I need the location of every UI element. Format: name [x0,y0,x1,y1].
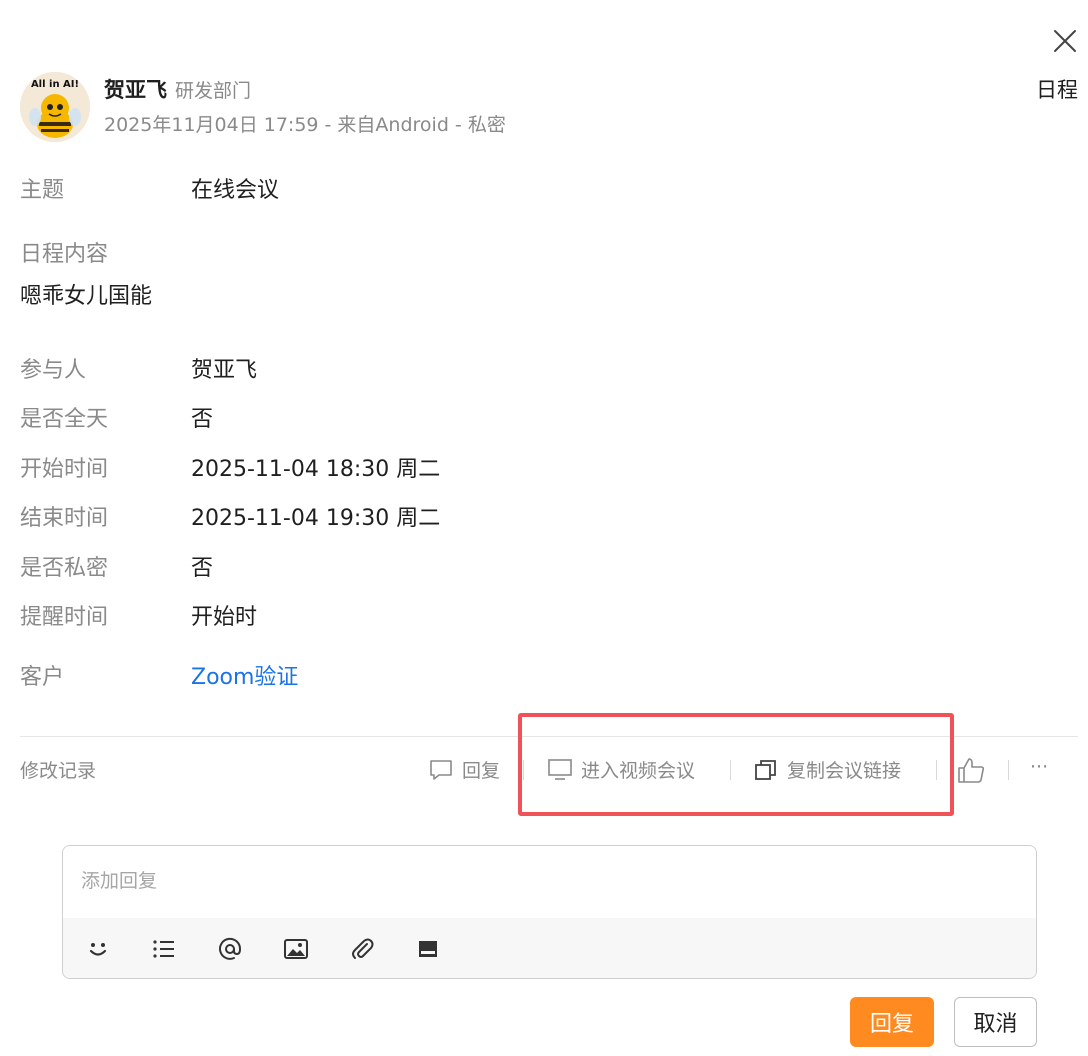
customer-row: 客户 Zoom验证 [20,659,298,691]
thumbs-up-icon [958,758,985,783]
highlight-annotation [518,713,954,816]
bee-mascot-icon: All in AI! [20,72,90,142]
customer-link[interactable]: Zoom验证 [191,659,298,691]
more-icon: ··· [1030,756,1049,778]
action-separator [1008,760,1009,780]
submit-reply-button[interactable]: 回复 [850,997,934,1047]
cancel-button[interactable]: 取消 [954,997,1037,1047]
paperclip-icon [352,938,374,959]
subject-row: 主题 在线会议 [20,172,279,204]
emoji-button[interactable] [83,934,113,964]
like-button[interactable] [956,756,986,784]
avatar-text: All in AI! [31,79,79,90]
detail-value: 2025-11-04 18:30 周二 [191,457,441,482]
author-row: 贺亚飞 研发部门 [104,74,251,104]
comment-icon [430,759,452,780]
attachment-button[interactable] [347,934,377,964]
detail-row-start-time: 开始时间 2025-11-04 18:30 周二 [20,451,440,483]
history-link[interactable]: 修改记录 [20,756,96,783]
detail-value: 否 [191,556,214,581]
detail-label: 开始时间 [20,457,109,482]
detail-label: 提醒时间 [20,605,109,630]
image-icon [284,939,308,959]
mention-button[interactable] [215,934,245,964]
subject-label: 主题 [20,178,65,203]
close-button[interactable] [1050,26,1080,56]
emoji-icon [89,943,107,956]
detail-row-end-time: 结束时间 2025-11-04 19:30 周二 [20,500,440,532]
reply-box [62,845,1037,979]
type-label: 日程 [1036,78,1078,102]
avatar[interactable]: All in AI! [20,72,90,142]
detail-label: 参与人 [20,358,87,383]
close-icon [1054,30,1076,52]
content-label: 日程内容 [20,242,109,267]
detail-row-participants: 参与人 贺亚飞 [20,352,257,384]
more-button[interactable]: ··· [1030,756,1048,778]
detail-label: 结束时间 [20,506,109,531]
hard-drive-icon [419,941,437,957]
author-name[interactable]: 贺亚飞 [104,74,167,104]
detail-value: 贺亚飞 [191,358,258,383]
detail-value: 否 [191,407,214,432]
detail-label: 是否全天 [20,407,109,432]
reply-action[interactable]: 回复 [428,756,500,783]
image-button[interactable] [281,934,311,964]
list-button[interactable] [149,934,179,964]
list-icon [153,940,174,958]
detail-row-reminder: 提醒时间 开始时 [20,599,257,631]
detail-label: 是否私密 [20,556,109,581]
detail-value: 2025-11-04 19:30 周二 [191,506,441,531]
detail-row-private: 是否私密 否 [20,550,213,582]
detail-value: 开始时 [191,605,258,630]
reply-action-label: 回复 [462,760,501,782]
subject-value: 在线会议 [191,178,280,203]
author-dept: 研发部门 [175,80,252,102]
customer-label: 客户 [20,665,65,690]
reply-toolbar [63,918,1036,978]
content-value: 嗯乖女儿国能 [20,284,153,309]
detail-row-all-day: 是否全天 否 [20,401,213,433]
reply-input[interactable] [63,846,1036,916]
at-sign-icon [219,937,242,960]
storage-button[interactable] [413,934,443,964]
post-meta: 2025年11月04日 17:59 - 来自Android - 私密 [104,114,506,136]
